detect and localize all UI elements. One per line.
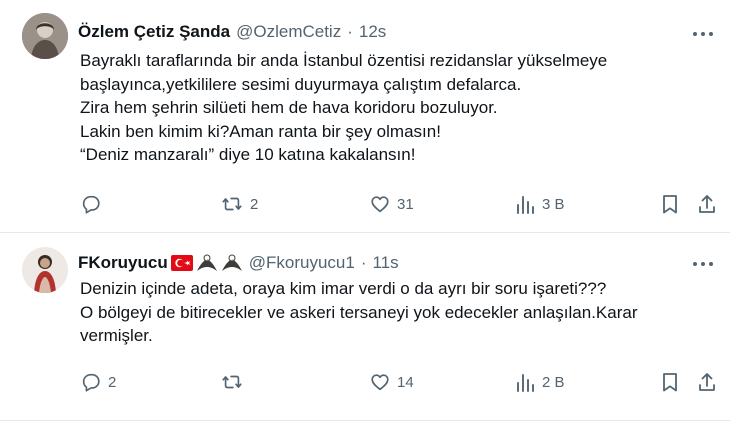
views-icon [517,196,534,214]
like-count: 31 [397,195,414,213]
action-bar: 2 31 3 B [80,192,720,216]
bookmark-icon [663,195,677,214]
retweet-icon [222,197,242,211]
timestamp[interactable]: 12s [359,22,386,42]
views-count: 3 B [542,195,565,213]
tweet-line: vermişler. [80,326,153,345]
eagle-icon [196,254,217,271]
author-name[interactable]: FKoruyucu [78,253,168,273]
views-count: 2 B [542,373,565,391]
reply-button[interactable]: 2 [80,370,116,394]
retweet-button[interactable] [220,370,250,394]
share-button[interactable] [697,370,717,394]
tweet-header: Özlem Çetiz Şanda @OzlemCetiz · 12s [78,20,386,44]
bookmark-button[interactable] [660,192,680,216]
like-button[interactable]: 14 [369,370,414,394]
tweet-header: FKoruyucu @Fkoruyucu1 · 11s [78,251,399,275]
share-button[interactable] [697,192,717,216]
tweet[interactable]: FKoruyucu @Fkoruyucu1 · 11s Denizin için… [0,233,730,421]
avatar[interactable] [22,13,68,59]
views-button[interactable]: 2 B [516,370,565,394]
tweet-line: O bölgeyi de bitirecekler ve askeri ters… [80,302,638,322]
tweet[interactable]: Özlem Çetiz Şanda @OzlemCetiz · 12s Bayr… [0,0,730,233]
views-button[interactable]: 3 B [516,192,565,216]
more-button[interactable] [690,24,716,44]
like-icon [371,196,389,213]
like-icon [371,374,389,391]
more-icon [693,32,713,36]
bookmark-button[interactable] [660,370,680,394]
tweet-line: Zira hem şehrin silüeti hem de hava kori… [80,98,498,117]
tweet-line: başlayınca,yetkililere sesimi duyurmaya … [80,74,522,94]
share-icon [699,195,715,213]
timestamp[interactable]: 11s [372,253,398,273]
like-button[interactable]: 31 [369,192,414,216]
tweet-text: Bayraklı taraflarında bir anda İstanbul … [80,49,720,167]
views-icon [517,374,534,392]
author-name[interactable]: Özlem Çetiz Şanda [78,22,230,42]
reply-icon [82,195,100,214]
tweet-line: Denizin içinde adeta, oraya kim imar ver… [80,279,607,298]
tweet-line: “Deniz manzaralı” diye 10 katına kakalan… [80,145,416,164]
more-button[interactable] [690,254,716,274]
reply-count: 2 [108,373,117,391]
tweet-line: Bayraklı taraflarında bir anda İstanbul … [80,51,608,70]
action-bar: 2 14 2 B [80,370,720,394]
separator: · [347,22,353,41]
more-icon [693,262,713,266]
retweet-count: 2 [250,195,259,213]
like-count: 14 [397,373,414,391]
avatar[interactable] [22,247,68,293]
turkish-flag-icon [170,255,193,271]
reply-button[interactable] [80,192,108,216]
tweet-line: Lakin ben kimim ki?Aman ranta bir şey ol… [80,121,441,141]
name-emojis [170,253,243,273]
retweet-button[interactable]: 2 [220,192,258,216]
retweet-icon [222,375,242,389]
share-icon [699,373,715,391]
author-handle[interactable]: @Fkoruyucu1 [249,253,355,273]
bookmark-icon [663,373,677,392]
separator: · [360,253,367,272]
author-handle[interactable]: @OzlemCetiz [236,22,341,42]
reply-icon [82,373,100,392]
eagle-icon [221,254,242,271]
tweet-text: Denizin içinde adeta, oraya kim imar ver… [80,277,720,348]
